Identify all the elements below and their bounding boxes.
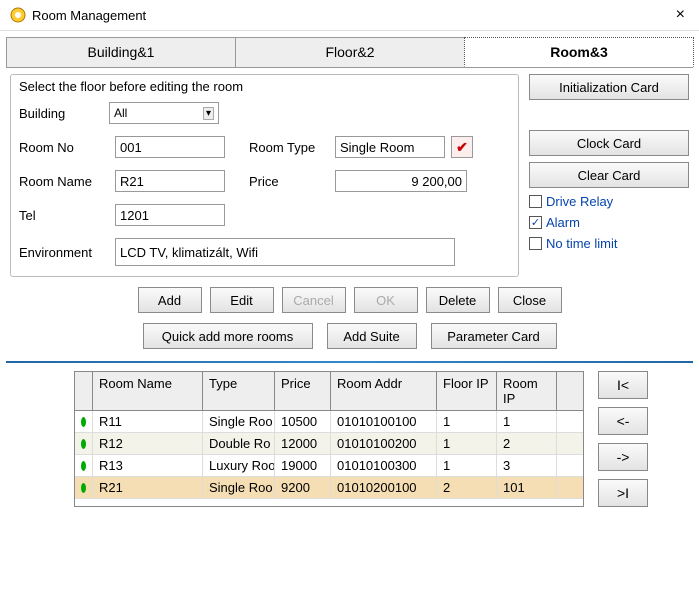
table-row[interactable]: R21Single Roo9200010102001002101 bbox=[75, 477, 583, 499]
roomname-label: Room Name bbox=[19, 174, 109, 189]
next-record-button[interactable]: -> bbox=[598, 443, 648, 471]
ok-button[interactable]: OK bbox=[354, 287, 418, 313]
prev-record-button[interactable]: <- bbox=[598, 407, 648, 435]
clear-card-button[interactable]: Clear Card bbox=[529, 162, 689, 188]
init-card-button[interactable]: Initialization Card bbox=[529, 74, 689, 100]
cancel-button[interactable]: Cancel bbox=[282, 287, 346, 313]
col-price[interactable]: Price bbox=[275, 372, 331, 410]
checkbox-icon bbox=[529, 195, 542, 208]
col-room-name[interactable]: Room Name bbox=[93, 372, 203, 410]
price-label: Price bbox=[249, 174, 329, 189]
last-record-button[interactable]: >I bbox=[598, 479, 648, 507]
app-icon bbox=[10, 7, 26, 23]
roomtype-input[interactable]: Single Room bbox=[335, 136, 445, 158]
first-record-button[interactable]: I< bbox=[598, 371, 648, 399]
edit-button[interactable]: Edit bbox=[210, 287, 274, 313]
room-form: Select the floor before editing the room… bbox=[10, 74, 519, 277]
table-row[interactable]: R13Luxury Roo190000101010030013 bbox=[75, 455, 583, 477]
roomno-input[interactable]: 001 bbox=[115, 136, 225, 158]
roomtype-lookup-button[interactable]: ✔ bbox=[451, 136, 473, 158]
tab-building[interactable]: Building&1 bbox=[6, 37, 236, 67]
building-select[interactable]: All ▾ bbox=[109, 102, 219, 124]
no-time-limit-checkbox[interactable]: No time limit bbox=[529, 236, 689, 251]
roomname-input[interactable]: R21 bbox=[115, 170, 225, 192]
table-row[interactable]: R11Single Roo105000101010010011 bbox=[75, 411, 583, 433]
add-suite-button[interactable]: Add Suite bbox=[327, 323, 417, 349]
room-table: Room Name Type Price Room Addr Floor IP … bbox=[74, 371, 584, 507]
close-icon[interactable]: × bbox=[672, 6, 689, 24]
add-button[interactable]: Add bbox=[138, 287, 202, 313]
checkbox-icon bbox=[529, 237, 542, 250]
tab-floor[interactable]: Floor&2 bbox=[235, 37, 465, 67]
status-dot-icon bbox=[81, 483, 86, 493]
delete-button[interactable]: Delete bbox=[426, 287, 490, 313]
alarm-checkbox[interactable]: ✓Alarm bbox=[529, 215, 689, 230]
roomtype-label: Room Type bbox=[249, 140, 329, 155]
quick-add-rooms-button[interactable]: Quick add more rooms bbox=[143, 323, 313, 349]
roomno-label: Room No bbox=[19, 140, 109, 155]
tel-label: Tel bbox=[19, 208, 109, 223]
status-dot-icon bbox=[81, 439, 86, 449]
tab-bar: Building&1 Floor&2 Room&3 bbox=[6, 37, 693, 68]
tab-room[interactable]: Room&3 bbox=[464, 37, 694, 67]
col-type[interactable]: Type bbox=[203, 372, 275, 410]
chevron-down-icon: ▾ bbox=[203, 107, 214, 120]
status-dot-icon bbox=[81, 461, 86, 471]
window-title: Room Management bbox=[32, 8, 672, 23]
checkbox-checked-icon: ✓ bbox=[529, 216, 542, 229]
table-row[interactable]: R12Double Ro120000101010020012 bbox=[75, 433, 583, 455]
col-room-addr[interactable]: Room Addr bbox=[331, 372, 437, 410]
drive-relay-checkbox[interactable]: Drive Relay bbox=[529, 194, 689, 209]
environment-input[interactable]: LCD TV, klimatizált, Wifi bbox=[115, 238, 455, 266]
col-floor-ip[interactable]: Floor IP bbox=[437, 372, 497, 410]
parameter-card-button[interactable]: Parameter Card bbox=[431, 323, 557, 349]
section-divider bbox=[6, 361, 693, 363]
close-button[interactable]: Close bbox=[498, 287, 562, 313]
col-room-ip[interactable]: Room IP bbox=[497, 372, 557, 410]
environment-label: Environment bbox=[19, 245, 109, 260]
form-header: Select the floor before editing the room bbox=[19, 79, 510, 94]
tel-input[interactable]: 1201 bbox=[115, 204, 225, 226]
building-label: Building bbox=[19, 106, 109, 121]
price-input[interactable]: 9 200,00 bbox=[335, 170, 467, 192]
status-dot-icon bbox=[81, 417, 86, 427]
clock-card-button[interactable]: Clock Card bbox=[529, 130, 689, 156]
